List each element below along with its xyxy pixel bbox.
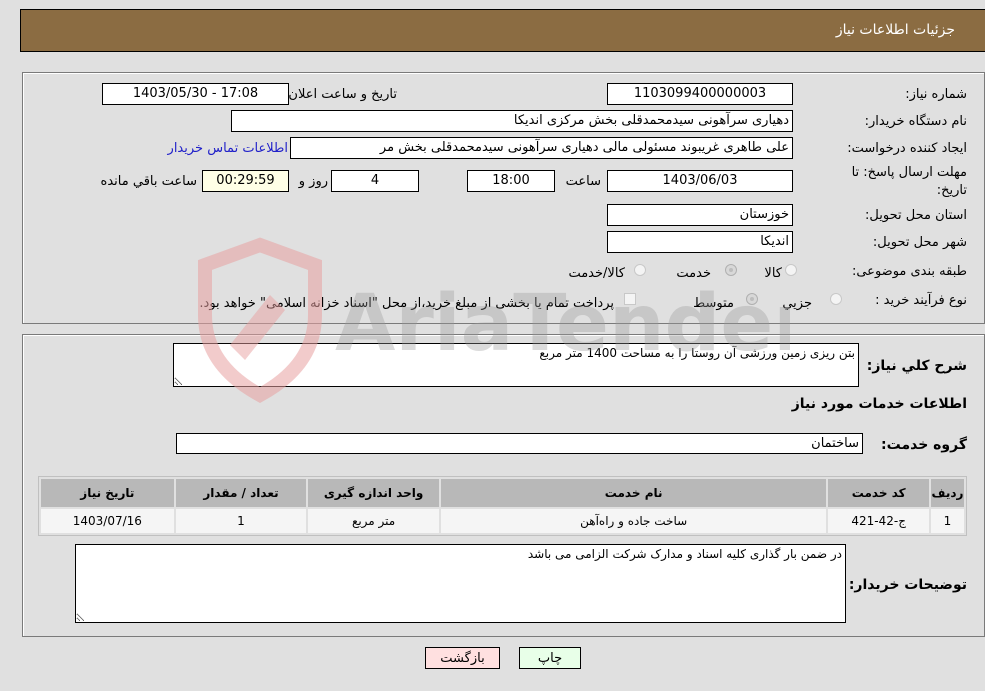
back-button[interactable]: بازگشت [425,647,500,669]
treasury-checkbox-label: پرداخت تمام یا بخشی از مبلغ خرید،از محل … [199,296,614,311]
purchase-medium-radio[interactable] [746,293,758,305]
purchase-minor-label: جزيي [782,296,812,311]
description-label: شرح کلي نیاز: [866,358,967,374]
requester-label: ایجاد کننده درخواست: [847,141,967,156]
province-label: استان محل تحویل: [865,208,967,223]
deadline-time-field[interactable]: 18:00 [467,170,555,192]
col-service-name: نام خدمت [440,479,827,507]
buyer-notes-label: توضیحات خریدار: [848,577,967,593]
buyer-org-field[interactable]: دهیاری سرآهونی سیدمحمدقلی بخش مرکزی اندی… [231,110,793,132]
deadline-time-label: ساعت [565,174,601,189]
table-row: 1 ج-42-421 ساخت جاده و راه‌آهن متر مربع … [41,509,964,533]
province-field[interactable]: خوزستان [607,204,793,226]
print-button[interactable]: چاپ [519,647,581,669]
service-group-field[interactable]: ساختمان [176,433,863,454]
days-remaining-field[interactable]: 4 [331,170,419,192]
requester-field[interactable]: علی طاهری غریبوند مسئولی مالی دهیاری سرآ… [290,137,793,159]
col-unit: واحد اندازه گیری [308,479,439,507]
need-number-field[interactable]: 1103099400000003 [607,83,793,105]
city-label: شهر محل تحویل: [872,235,967,250]
deadline-label: مهلت ارسال پاسخ: تا تاریخ: [851,165,967,198]
cell-row-number: 1 [930,509,964,533]
category-goods-label: کالا [764,266,782,281]
days-label: روز و [298,174,328,189]
category-label: طبقه بندی موضوعی: [851,264,967,279]
services-table: ردیف کد خدمت نام خدمت واحد اندازه گیری ت… [38,476,967,536]
cell-unit: متر مربع [308,509,439,533]
city-field[interactable]: اندیکا [607,231,793,253]
category-goods-service-label: کالا/خدمت [568,266,625,281]
table-header-row: ردیف کد خدمت نام خدمت واحد اندازه گیری ت… [41,479,964,507]
deadline-date-field[interactable]: 1403/06/03 [607,170,793,192]
purchase-medium-label: متوسط [693,296,734,311]
col-row-number: ردیف [930,479,964,507]
cell-need-date: 1403/07/16 [41,509,174,533]
purchase-type-label: نوع فرآیند خرید : [875,293,967,308]
col-service-code: کد خدمت [828,479,929,507]
col-need-date: تاریخ نیاز [41,479,174,507]
cell-quantity: 1 [175,509,307,533]
announce-datetime-field[interactable]: 1403/05/30 - 17:08 [102,83,289,105]
buyer-contact-link[interactable]: اطلاعات تماس خریدار [168,141,288,156]
category-service-radio[interactable] [725,264,737,276]
need-number-label: شماره نیاز: [905,87,967,102]
treasury-checkbox[interactable] [624,293,636,305]
buyer-org-label: نام دستگاه خریدار: [864,114,967,129]
page-header: جزئیات اطلاعات نیاز [20,9,985,52]
service-group-label: گروه خدمت: [881,437,967,453]
services-section-title: اطلاعات خدمات مورد نیاز [791,396,967,412]
category-service-label: خدمت [676,266,711,281]
category-goods-service-radio[interactable] [634,264,646,276]
col-quantity: تعداد / مقدار [175,479,307,507]
description-textarea[interactable]: بتن ریزی زمین ورزشی آن روستا را به مساحت… [173,343,859,387]
time-remaining-label: ساعت باقي مانده [100,174,197,189]
buyer-notes-textarea[interactable]: در ضمن بار گذاری کلیه اسناد و مدارک شرکت… [75,544,846,623]
purchase-minor-radio[interactable] [830,293,842,305]
page-title: جزئیات اطلاعات نیاز [835,22,955,38]
category-goods-radio[interactable] [785,264,797,276]
cell-service-name: ساخت جاده و راه‌آهن [440,509,827,533]
cell-service-code: ج-42-421 [828,509,929,533]
time-remaining-field: 00:29:59 [202,170,289,192]
